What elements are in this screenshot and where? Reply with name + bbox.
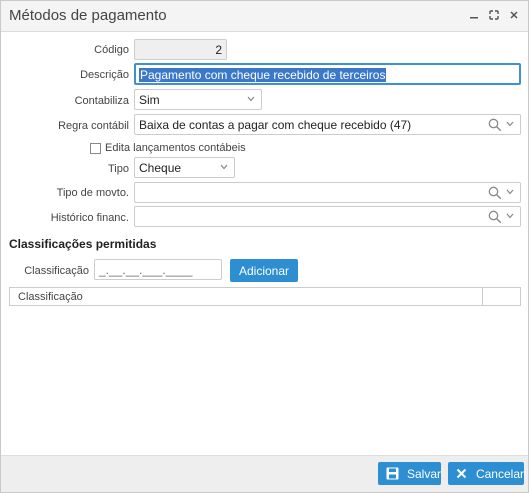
codigo-value: 2: [215, 43, 222, 57]
contabiliza-select[interactable]: Sim: [134, 89, 262, 110]
save-label: Salvar: [407, 466, 442, 481]
search-icon[interactable]: [488, 118, 502, 132]
descricao-label: Descrição: [80, 69, 129, 81]
chevron-down-icon[interactable]: [506, 121, 514, 127]
classificacao-placeholder: _.__.__.___.____: [99, 263, 193, 277]
search-icon[interactable]: [488, 186, 502, 200]
grid-column-divider: [482, 288, 483, 305]
historico-label: Histórico financ.: [50, 212, 129, 224]
regra-contabil-label: Regra contábil: [58, 120, 129, 132]
close-icon: [456, 467, 468, 481]
chevron-down-icon: [220, 164, 228, 170]
section-title: Classificações permitidas: [9, 237, 157, 251]
regra-contabil-value: Baixa de contas a pagar com cheque receb…: [139, 118, 412, 132]
window-controls: [468, 9, 520, 21]
save-button[interactable]: Salvar: [378, 462, 441, 485]
close-icon[interactable]: [508, 9, 520, 21]
codigo-label: Código: [94, 44, 129, 56]
title-bar: Métodos de pagamento: [1, 1, 528, 32]
regra-contabil-lookup[interactable]: Baixa de contas a pagar com cheque receb…: [134, 114, 521, 135]
descricao-input[interactable]: Pagamento com cheque recebido de terceir…: [134, 63, 521, 85]
minimize-icon[interactable]: [468, 9, 480, 21]
contabiliza-value: Sim: [139, 93, 160, 107]
descricao-value: Pagamento com cheque recebido de terceir…: [139, 68, 387, 82]
tipo-label: Tipo: [108, 163, 129, 175]
payment-methods-dialog: Métodos de pagamento Código 2 Descrição …: [0, 0, 529, 493]
tipo-movto-label: Tipo de movto.: [56, 187, 129, 199]
tipo-select[interactable]: Cheque: [134, 157, 235, 178]
maximize-icon[interactable]: [488, 9, 500, 21]
cancel-label: Cancelar: [475, 466, 524, 481]
save-icon: [386, 467, 399, 481]
chevron-down-icon[interactable]: [506, 213, 514, 219]
codigo-field: 2: [134, 39, 227, 60]
historico-lookup[interactable]: [134, 206, 521, 227]
add-button[interactable]: Adicionar: [230, 259, 298, 282]
chevron-down-icon[interactable]: [506, 189, 514, 195]
cancel-button[interactable]: Cancelar: [448, 462, 524, 485]
search-icon[interactable]: [488, 210, 502, 224]
tipo-value: Cheque: [139, 161, 182, 175]
edita-lancamentos-label: Edita lançamentos contábeis: [105, 142, 246, 154]
classificacoes-grid: Classificação: [9, 287, 521, 306]
tipo-movto-lookup[interactable]: [134, 182, 521, 203]
classificacao-input[interactable]: _.__.__.___.____: [94, 259, 222, 280]
chevron-down-icon: [247, 96, 255, 102]
dialog-footer: Salvar Cancelar: [1, 455, 528, 492]
grid-column-header[interactable]: Classificação: [18, 291, 83, 303]
contabiliza-label: Contabiliza: [74, 95, 129, 107]
classificacao-label: Classificação: [24, 265, 89, 277]
window-title: Métodos de pagamento: [9, 7, 167, 24]
edita-lancamentos-checkbox[interactable]: [90, 143, 101, 154]
